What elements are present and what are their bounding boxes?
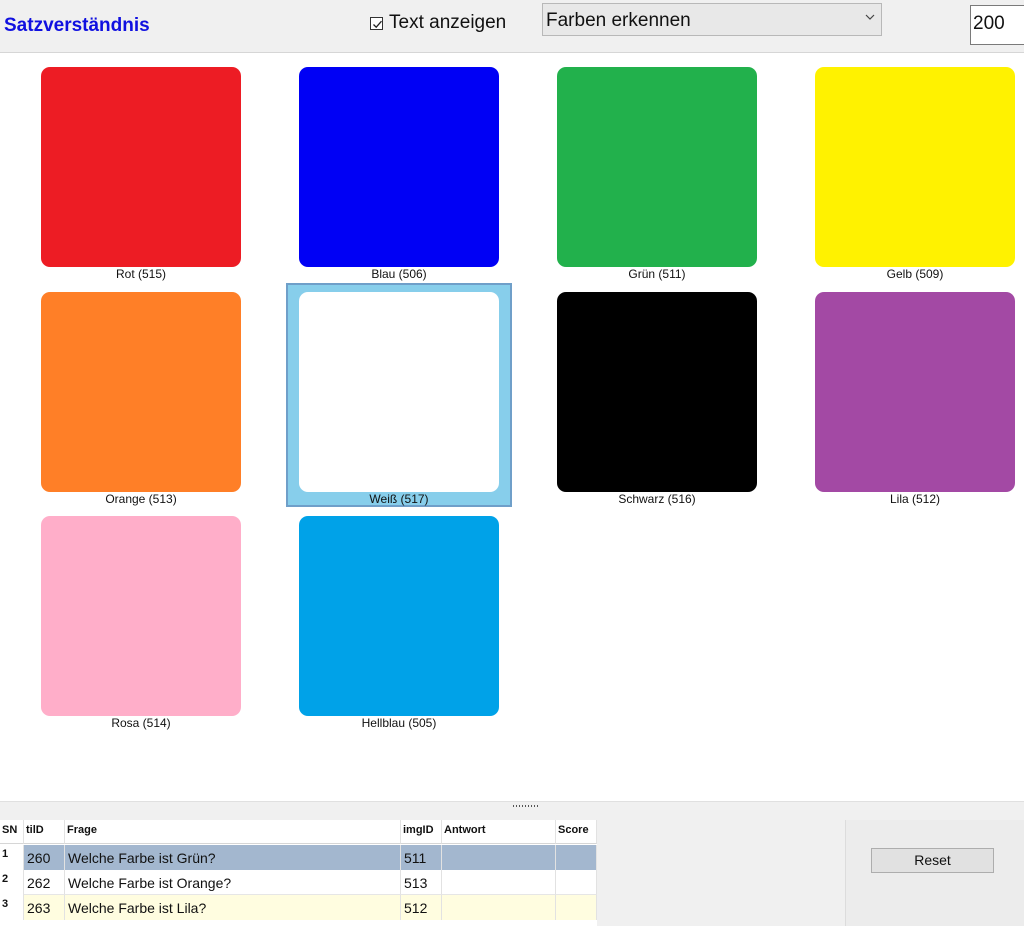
table-row[interactable]: 1 260 Welche Farbe ist Grün? 511 xyxy=(0,845,597,870)
color-swatch xyxy=(41,67,241,267)
tile-label: Rot (515) xyxy=(115,267,167,281)
column-header-score[interactable]: Score xyxy=(556,820,597,844)
show-text-label: Text anzeigen xyxy=(389,12,507,33)
color-swatch xyxy=(815,292,1015,492)
cell-tilid: 263 xyxy=(24,895,65,920)
row-number: 1 xyxy=(0,845,24,870)
tile-label: Gelb (509) xyxy=(886,267,944,281)
tile-label: Grün (511) xyxy=(628,267,686,281)
tile-weiss[interactable]: Weiß (517) xyxy=(286,283,557,517)
cell-antwort xyxy=(442,870,556,895)
tile-rosa[interactable]: Rosa (514) xyxy=(41,516,299,741)
column-header-imgid[interactable]: imgID xyxy=(401,820,442,844)
tile-gelb[interactable]: Gelb (509) xyxy=(815,67,1015,292)
color-swatch xyxy=(299,292,499,492)
color-swatch xyxy=(41,516,241,716)
row-number: 2 xyxy=(0,870,24,895)
column-header-antwort[interactable]: Antwort xyxy=(442,820,556,844)
cell-tilid: 260 xyxy=(24,845,65,870)
toolbar: Satzverständnis Text anzeigen Farben erk… xyxy=(0,0,1024,53)
cell-imgid: 513 xyxy=(401,870,442,895)
tile-label: Orange (513) xyxy=(105,492,177,506)
color-swatch xyxy=(299,67,499,267)
cell-tilid: 262 xyxy=(24,870,65,895)
cell-frage: Welche Farbe ist Grün? xyxy=(65,845,401,870)
tile-schwarz[interactable]: Schwarz (516) xyxy=(557,292,815,517)
tile-label: Weiß (517) xyxy=(369,492,429,506)
cell-score xyxy=(556,895,597,920)
table-header: SN tilD Frage imgID Antwort Score xyxy=(0,820,597,844)
checkmark-icon xyxy=(373,20,382,28)
cell-frage: Welche Farbe ist Orange? xyxy=(65,870,401,895)
side-panel: Reset xyxy=(845,820,1024,926)
table-row[interactable]: 2 262 Welche Farbe ist Orange? 513 xyxy=(0,870,597,895)
results-table: SN tilD Frage imgID Antwort Score 1 260 … xyxy=(0,820,597,926)
cell-score xyxy=(556,845,597,870)
splitter-grip-icon xyxy=(513,805,539,807)
category-dropdown[interactable]: Farben erkennen xyxy=(542,3,882,36)
tile-gruen[interactable]: Grün (511) xyxy=(557,67,815,292)
column-header-tilid[interactable]: tilD xyxy=(24,820,65,844)
tile-label: Blau (506) xyxy=(371,267,427,281)
chevron-down-icon xyxy=(865,14,875,20)
reset-button[interactable]: Reset xyxy=(871,848,994,873)
table-row[interactable]: 3 263 Welche Farbe ist Lila? 512 xyxy=(0,895,597,920)
color-swatch xyxy=(557,67,757,267)
category-dropdown-value: Farben erkennen xyxy=(546,10,691,31)
cell-antwort xyxy=(442,845,556,870)
color-swatch xyxy=(815,67,1015,267)
column-header-sn[interactable]: SN xyxy=(0,820,24,844)
tile-rot[interactable]: Rot (515) xyxy=(41,67,299,292)
show-text-checkbox[interactable] xyxy=(370,16,383,30)
cell-imgid: 512 xyxy=(401,895,442,920)
bottom-panel: SN tilD Frage imgID Antwort Score 1 260 … xyxy=(0,810,1024,926)
cell-score xyxy=(556,870,597,895)
tile-blau[interactable]: Blau (506) xyxy=(299,67,557,292)
color-swatch xyxy=(557,292,757,492)
tile-label: Lila (512) xyxy=(889,492,941,506)
color-swatch xyxy=(299,516,499,716)
size-input[interactable]: 200 xyxy=(970,5,1024,45)
cell-antwort xyxy=(442,895,556,920)
row-number: 3 xyxy=(0,895,24,920)
color-swatch xyxy=(41,292,241,492)
show-text-toggle[interactable]: Text anzeigen xyxy=(370,12,506,34)
tile-hellblau[interactable]: Hellblau (505) xyxy=(299,516,557,741)
column-header-frage[interactable]: Frage xyxy=(65,820,401,844)
cell-imgid: 511 xyxy=(401,845,442,870)
cell-frage: Welche Farbe ist Lila? xyxy=(65,895,401,920)
tile-label: Schwarz (516) xyxy=(618,492,696,506)
app-title: Satzverständnis xyxy=(4,15,150,36)
tile-label: Rosa (514) xyxy=(111,716,171,730)
tile-lila[interactable]: Lila (512) xyxy=(815,292,1015,517)
tile-label: Hellblau (505) xyxy=(361,716,437,730)
tile-orange[interactable]: Orange (513) xyxy=(41,292,299,517)
